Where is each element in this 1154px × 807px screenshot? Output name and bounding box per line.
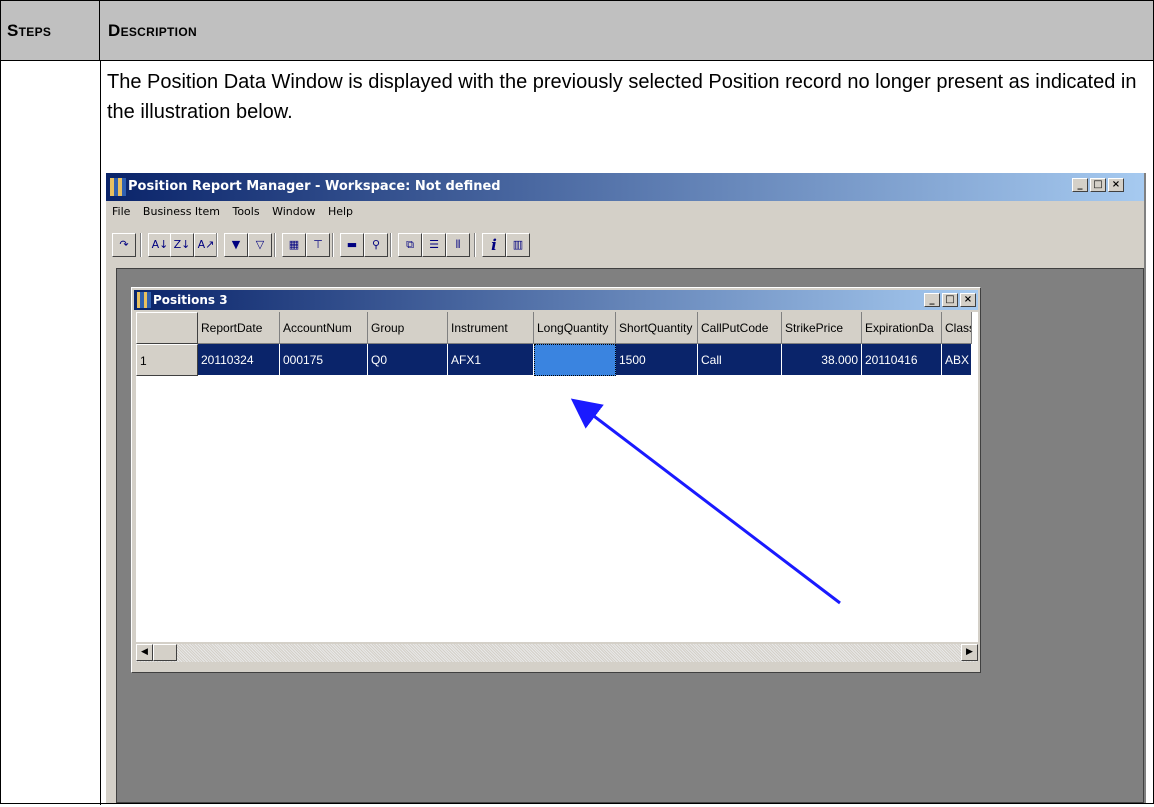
arrow-line — [570, 398, 841, 605]
annotation-arrow — [570, 398, 841, 605]
